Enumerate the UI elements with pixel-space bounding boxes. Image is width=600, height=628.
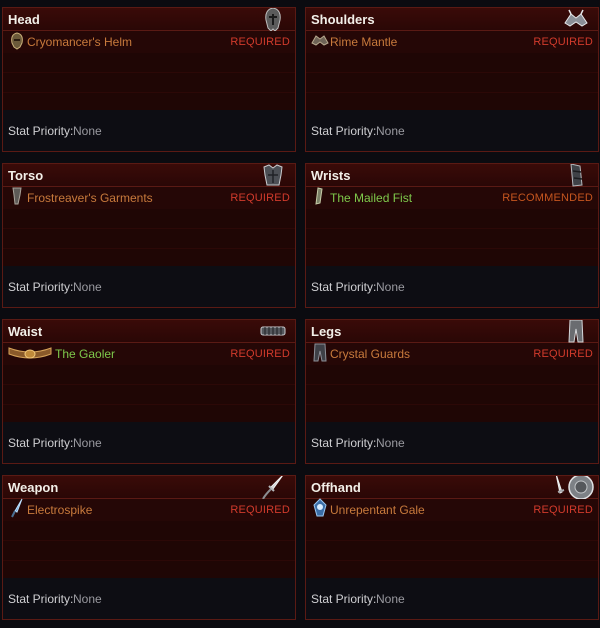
gear-slot-head: Head Cryomancer's Helm REQUIRED Stat Pri… (2, 7, 296, 152)
requirement-badge: REQUIRED (230, 192, 290, 204)
stat-priority-value: None (376, 592, 405, 606)
slot-header: Legs (306, 320, 598, 343)
stat-priority: Stat Priority: None (3, 110, 295, 151)
item-name-link[interactable]: Rime Mantle (330, 35, 397, 49)
weapon-item-icon (11, 498, 23, 518)
stat-priority-label: Stat Priority: (311, 280, 377, 294)
stat-priority-value: None (376, 124, 405, 138)
belt-item-icon (8, 347, 52, 359)
slot-title: Torso (8, 168, 44, 183)
item-row[interactable]: The Gaoler REQUIRED (3, 343, 295, 365)
slot-header: Shoulders (306, 8, 598, 31)
requirement-badge: REQUIRED (230, 348, 290, 360)
stat-priority-value: None (376, 436, 405, 450)
gear-slot-wrists: Wrists The Mailed Fist RECOMMENDED Stat … (305, 163, 599, 308)
empty-lines (3, 365, 295, 423)
requirement-badge: RECOMMENDED (502, 192, 593, 204)
stat-priority: Stat Priority: None (3, 578, 295, 619)
requirement-badge: REQUIRED (533, 504, 593, 516)
belt-icon (260, 326, 286, 336)
slot-header: Offhand (306, 476, 598, 500)
item-name-link[interactable]: Unrepentant Gale (330, 503, 425, 517)
requirement-badge: REQUIRED (230, 36, 290, 48)
item-name-link[interactable]: Cryomancer's Helm (27, 35, 132, 49)
slot-title: Head (8, 12, 40, 27)
chest-armor-icon (263, 164, 283, 186)
item-name-link[interactable]: The Mailed Fist (330, 191, 412, 205)
gear-slots-grid: Head Cryomancer's Helm REQUIRED Stat Pri… (0, 0, 600, 628)
empty-lines (306, 209, 598, 267)
requirement-badge: REQUIRED (533, 348, 593, 360)
item-row[interactable]: Crystal Guards REQUIRED (306, 343, 598, 365)
empty-lines (306, 53, 598, 111)
item-row[interactable]: Electrospike REQUIRED (3, 498, 295, 521)
item-name-link[interactable]: The Gaoler (55, 347, 115, 361)
stat-priority-label: Stat Priority: (311, 436, 377, 450)
empty-lines (3, 521, 295, 579)
stat-priority-value: None (376, 280, 405, 294)
helm-item-icon (11, 32, 23, 50)
stat-priority: Stat Priority: None (306, 266, 598, 307)
gear-slot-waist: Waist The Gaoler REQUIRED Stat Priority:… (2, 319, 296, 464)
stat-priority-label: Stat Priority: (8, 280, 74, 294)
chest-item-icon (12, 187, 22, 205)
stat-priority-label: Stat Priority: (8, 592, 74, 606)
gear-slot-offhand: Offhand Unrepentant Gale REQUIRED Stat P… (305, 475, 599, 620)
empty-lines (306, 365, 598, 423)
stat-priority-label: Stat Priority: (311, 592, 377, 606)
slot-header: Wrists (306, 164, 598, 187)
legs-armor-icon (568, 320, 584, 343)
empty-lines (3, 53, 295, 111)
item-row[interactable]: Unrepentant Gale REQUIRED (306, 498, 598, 521)
stat-priority-label: Stat Priority: (311, 124, 377, 138)
stat-priority-label: Stat Priority: (8, 436, 74, 450)
requirement-badge: REQUIRED (533, 36, 593, 48)
item-row[interactable]: Rime Mantle REQUIRED (306, 31, 598, 53)
legs-item-icon (313, 343, 327, 362)
stat-priority-value: None (73, 124, 102, 138)
shield-dagger-icon (555, 476, 594, 500)
item-name-link[interactable]: Frostreaver's Garments (27, 191, 153, 205)
slot-header: Head (3, 8, 295, 32)
stat-priority-value: None (73, 280, 102, 294)
empty-lines (3, 209, 295, 267)
item-name-link[interactable]: Electrospike (27, 503, 92, 517)
requirement-badge: REQUIRED (230, 504, 290, 516)
stat-priority: Stat Priority: None (306, 422, 598, 463)
item-name-link[interactable]: Crystal Guards (330, 347, 410, 361)
gear-slot-shoulders: Shoulders Rime Mantle REQUIRED Stat Prio… (305, 7, 599, 152)
slot-title: Weapon (8, 480, 59, 495)
slot-title: Offhand (311, 480, 361, 495)
slot-title: Legs (311, 324, 342, 339)
gear-slot-weapon: Weapon Electrospike REQUIRED Stat Priori… (2, 475, 296, 620)
stat-priority: Stat Priority: None (3, 266, 295, 307)
item-row[interactable]: Cryomancer's Helm REQUIRED (3, 31, 295, 53)
stat-priority-label: Stat Priority: (8, 124, 74, 138)
gear-slot-torso: Torso Frostreaver's Garments REQUIRED St… (2, 163, 296, 308)
slot-header: Waist (3, 320, 295, 343)
slot-title: Wrists (311, 168, 351, 183)
stat-priority-value: None (73, 436, 102, 450)
bracers-icon (570, 164, 583, 187)
slot-header: Weapon (3, 476, 295, 500)
slot-title: Waist (8, 324, 43, 339)
item-row[interactable]: Frostreaver's Garments REQUIRED (3, 187, 295, 209)
shoulders-icon (564, 9, 588, 27)
stat-priority: Stat Priority: None (306, 110, 598, 151)
empty-lines (306, 521, 598, 579)
slot-title: Shoulders (311, 12, 375, 27)
slot-header: Torso (3, 164, 295, 187)
helm-icon (265, 8, 281, 32)
bracers-item-icon (315, 187, 323, 205)
stat-priority: Stat Priority: None (3, 422, 295, 463)
gear-slot-legs: Legs Crystal Guards REQUIRED Stat Priori… (305, 319, 599, 464)
stat-priority-value: None (73, 592, 102, 606)
stat-priority: Stat Priority: None (306, 578, 598, 619)
item-row[interactable]: The Mailed Fist RECOMMENDED (306, 187, 598, 209)
offhand-item-icon (313, 498, 327, 517)
shoulders-item-icon (311, 35, 329, 46)
dagger-icon (262, 476, 283, 500)
